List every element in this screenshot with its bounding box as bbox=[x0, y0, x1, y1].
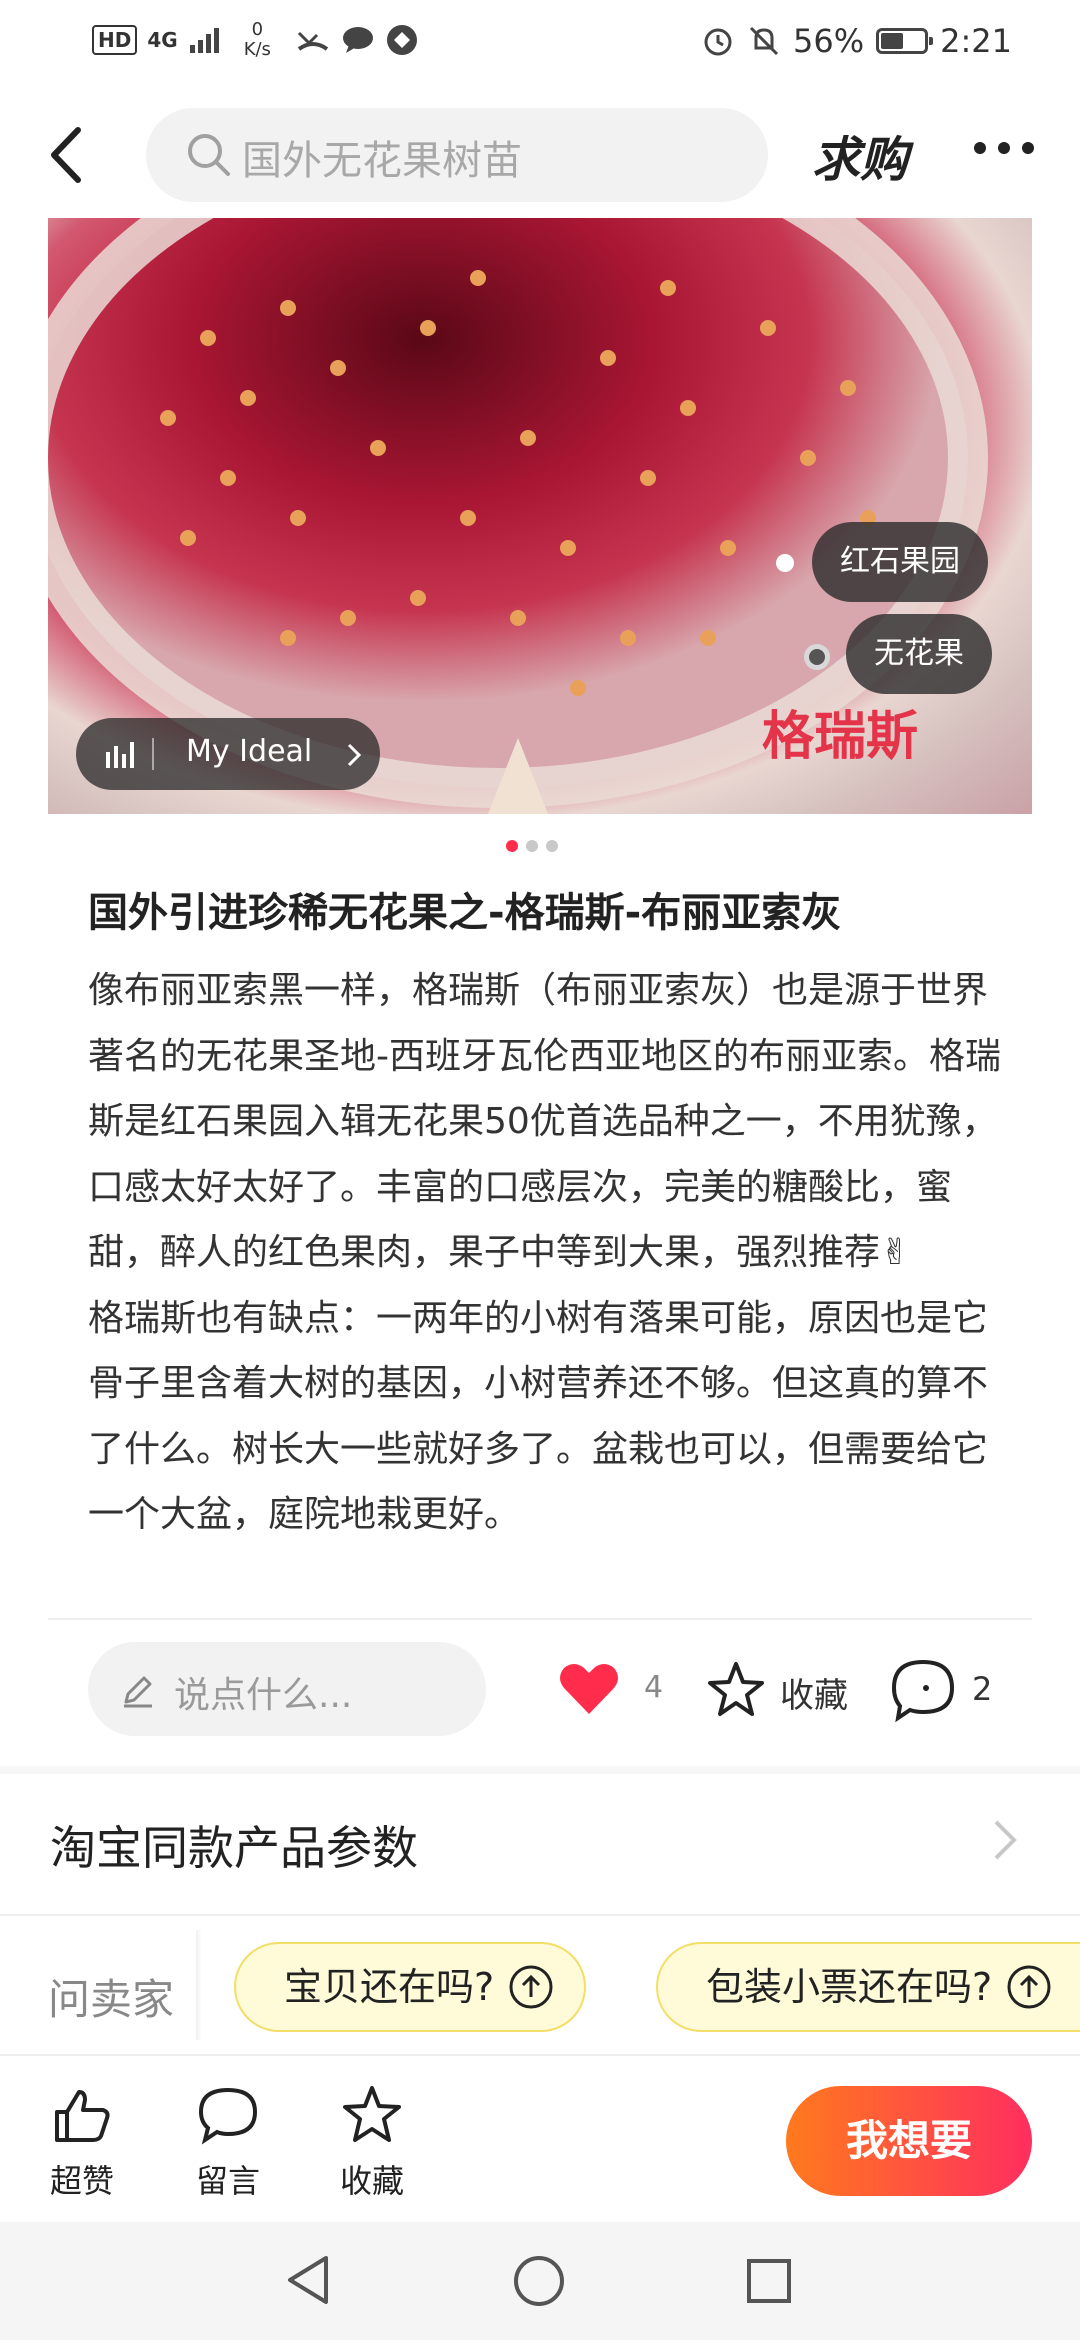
nav-recents-icon[interactable] bbox=[744, 2256, 794, 2306]
tab-label: 收藏 bbox=[339, 2162, 404, 2200]
tab-message[interactable]: 留言 bbox=[178, 2084, 278, 2202]
net-speed: 0 K/s bbox=[244, 20, 271, 60]
tag-pill-fig[interactable]: 无花果 bbox=[846, 614, 992, 694]
arrow-up-circle-icon bbox=[509, 1965, 553, 2009]
back-arrow-icon bbox=[51, 127, 81, 183]
post-body: 像布丽亚索黑一样，格瑞斯（布丽亚索灰）也是源于世界著名的无花果圣地-西班牙瓦伦西… bbox=[88, 970, 1001, 1535]
more-dot bbox=[974, 142, 986, 154]
arrow-up-circle-icon bbox=[1007, 1965, 1051, 2009]
more-options-icon[interactable] bbox=[974, 142, 1034, 154]
clock: 2:21 bbox=[940, 22, 1012, 60]
system-nav-bar bbox=[0, 2222, 1080, 2340]
status-bar: HD 4G 0 K/s 56% 2:21 bbox=[0, 0, 1080, 84]
bar-chart-icon bbox=[106, 742, 134, 768]
net-speed-unit: K/s bbox=[243, 39, 271, 60]
more-dot bbox=[1022, 142, 1034, 154]
chip-label: 宝贝还在吗? bbox=[284, 1965, 495, 2009]
pencil-icon bbox=[124, 1676, 152, 1708]
search-placeholder[interactable]: 国外无花果树苗 bbox=[242, 128, 522, 186]
pager-dot bbox=[546, 840, 558, 852]
ask-seller-label: 问卖家 bbox=[48, 1975, 175, 2024]
network-indicator: 4G bbox=[147, 28, 178, 52]
comment-count: 2 bbox=[972, 1670, 993, 1708]
image-pager bbox=[506, 840, 558, 852]
quick-question-chip[interactable]: 包装小票还在吗? bbox=[656, 1942, 1080, 2032]
comment-bubble-icon[interactable] bbox=[888, 1656, 958, 1724]
battery-percent: 56% bbox=[793, 22, 865, 60]
status-left: HD 4G 0 K/s bbox=[92, 20, 419, 60]
tab-like[interactable]: 超赞 bbox=[32, 2084, 132, 2202]
comment-placeholder[interactable]: 说点什么... bbox=[174, 1666, 352, 1718]
status-right: 56% 2:21 bbox=[701, 22, 1012, 60]
more-dot bbox=[998, 142, 1010, 154]
like-count: 4 bbox=[644, 1670, 664, 1705]
ask-divider-shadow bbox=[196, 1930, 202, 2040]
buy-request-button[interactable]: 求购 bbox=[812, 120, 908, 190]
heart-icon[interactable] bbox=[556, 1656, 622, 1722]
back-button[interactable] bbox=[40, 118, 100, 192]
image-overlay-text: 格瑞斯 bbox=[762, 707, 919, 767]
favorite-label[interactable]: 收藏 bbox=[780, 1668, 848, 1717]
nav-back-icon[interactable] bbox=[282, 2252, 334, 2308]
search-icon bbox=[188, 134, 230, 176]
divider bbox=[48, 1618, 1032, 1620]
my-ideal-badge[interactable]: My Ideal bbox=[76, 718, 380, 790]
alarm-icon bbox=[704, 28, 732, 56]
nav-home-icon[interactable] bbox=[512, 2254, 566, 2308]
hd-indicator: HD bbox=[92, 25, 138, 55]
tab-label: 超赞 bbox=[49, 2162, 114, 2200]
divider bbox=[0, 1914, 1080, 1916]
tag-pill-orchard[interactable]: 红石果园 bbox=[812, 522, 988, 602]
pager-dot bbox=[526, 840, 538, 852]
star-icon bbox=[343, 2086, 401, 2142]
post-title: 国外引进珍稀无花果之-格瑞斯-布丽亚索灰 bbox=[88, 890, 842, 936]
star-icon[interactable] bbox=[704, 1658, 768, 1722]
missed-call-icon bbox=[297, 31, 329, 51]
tag-dot bbox=[776, 554, 794, 572]
my-ideal-label: My Ideal bbox=[186, 734, 313, 769]
section-gap bbox=[0, 1766, 1080, 1774]
tab-favorite[interactable]: 收藏 bbox=[322, 2084, 422, 2202]
net-speed-value: 0 bbox=[251, 19, 264, 40]
app-notification-icon bbox=[386, 25, 417, 55]
battery-icon bbox=[876, 28, 934, 54]
signal-icon bbox=[189, 28, 219, 53]
tag-dot bbox=[804, 644, 830, 670]
speech-bubble-icon bbox=[198, 2087, 258, 2145]
mute-icon bbox=[749, 26, 779, 56]
product-params-label[interactable]: 淘宝同款产品参数 bbox=[50, 1812, 418, 1878]
tab-label: 留言 bbox=[195, 2162, 260, 2200]
thumbs-up-icon bbox=[55, 2090, 110, 2142]
chip-label: 包装小票还在吗? bbox=[706, 1965, 993, 2009]
chevron-right-icon bbox=[994, 1820, 1017, 1860]
bottom-bar-divider bbox=[0, 2054, 1080, 2056]
battery-fill bbox=[881, 33, 904, 49]
quick-question-chip[interactable]: 宝贝还在吗? bbox=[234, 1942, 587, 2032]
badge-divider bbox=[152, 738, 154, 770]
chevron-right-icon bbox=[347, 743, 362, 767]
message-icon bbox=[342, 27, 373, 53]
want-button[interactable]: 我想要 bbox=[786, 2086, 1032, 2196]
pager-dot-active bbox=[506, 840, 518, 852]
